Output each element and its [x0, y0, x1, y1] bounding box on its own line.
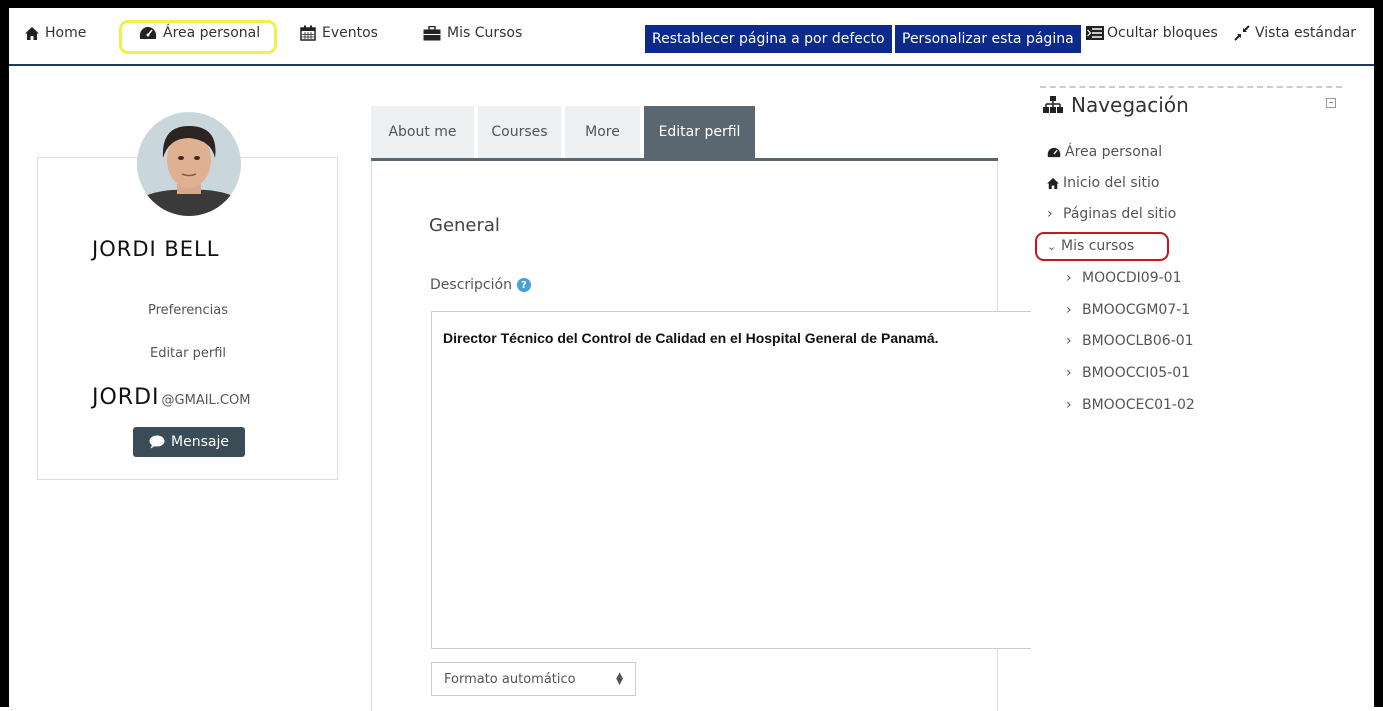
collapse-block-icon[interactable] [1326, 98, 1336, 108]
profile-email-domain: @GMAIL.COM [161, 393, 251, 408]
tab-editar-perfil[interactable]: Editar perfil [644, 106, 755, 158]
navblock-area-personal[interactable]: Área personal [1047, 144, 1162, 160]
chevron-right-icon: › [1066, 365, 1072, 381]
chevron-right-icon: › [1066, 302, 1072, 318]
nav-home[interactable]: Home [25, 25, 86, 41]
nav-area-personal[interactable]: Área personal [139, 25, 260, 41]
course-link[interactable]: › BMOOCCI05-01 [1066, 365, 1190, 381]
customize-page-button[interactable]: Personalizar esta página [895, 25, 1081, 53]
message-button[interactable]: Mensaje [133, 427, 245, 457]
description-label: Descripción ? [430, 277, 531, 293]
sitemap-icon [1043, 96, 1063, 113]
course-link-label: BMOOCCI05-01 [1082, 365, 1191, 381]
home-icon [25, 26, 39, 40]
format-select-value: Formato automático [444, 671, 576, 687]
edit-profile-link[interactable]: Editar perfil [108, 346, 268, 361]
navigation-title-text: Navegación [1071, 93, 1189, 117]
profile-email: JORDI @GMAIL.COM [92, 385, 250, 410]
profile-tabs: About me Courses More Editar perfil [371, 106, 998, 161]
profile-email-user: JORDI [92, 385, 160, 410]
hide-blocks-button[interactable]: Ocultar bloques [1086, 25, 1218, 41]
tab-courses[interactable]: Courses [478, 106, 561, 158]
chevron-down-icon: ⌄ [1047, 239, 1057, 253]
course-link-label: BMOOCGM07-1 [1082, 302, 1191, 318]
course-link-label: MOOCDI09-01 [1082, 270, 1182, 286]
compress-arrows-icon [1234, 25, 1250, 41]
course-link-label: BMOOCLB06-01 [1082, 333, 1194, 349]
chevron-right-icon: › [1066, 397, 1072, 413]
navblock-inicio-sitio[interactable]: Inicio del sitio [1047, 175, 1159, 191]
standard-view-label: Vista estándar [1255, 25, 1357, 41]
home-icon [1047, 177, 1059, 189]
screen-frame-top [0, 0, 1383, 8]
description-editor[interactable] [431, 311, 1031, 649]
description-text[interactable]: Director Técnico del Control de Calidad … [443, 330, 983, 347]
message-button-label: Mensaje [171, 434, 229, 450]
nav-home-label: Home [45, 25, 87, 41]
description-label-text: Descripción [430, 277, 512, 293]
standard-view-button[interactable]: Vista estándar [1234, 25, 1356, 41]
navblock-mis-cursos-label: Mis cursos [1061, 238, 1135, 254]
top-navbar: Home Área personal Eventos Mis Cursos Re… [9, 8, 1374, 66]
chevron-right-icon: › [1066, 270, 1072, 286]
navigation-block-border [1040, 86, 1342, 88]
help-icon[interactable]: ? [516, 278, 531, 292]
speech-bubble-icon [149, 435, 165, 449]
screen-frame-left [0, 0, 9, 707]
profile-avatar[interactable] [137, 112, 241, 216]
nav-eventos[interactable]: Eventos [300, 25, 378, 41]
chevron-right-icon: › [1066, 333, 1072, 349]
dashboard-icon [140, 27, 156, 39]
course-link[interactable]: › BMOOCEC01-02 [1066, 397, 1195, 413]
course-link[interactable]: › BMOOCLB06-01 [1066, 333, 1194, 349]
format-select[interactable]: Formato automático ▲ ▼ [431, 662, 636, 696]
tab-more[interactable]: More [565, 106, 640, 158]
preferences-link[interactable]: Preferencias [108, 303, 268, 318]
dashboard-icon [1047, 147, 1061, 157]
hide-blocks-icon [1086, 26, 1104, 40]
screen-frame-right [1374, 0, 1383, 707]
navblock-paginas-label: Páginas del sitio [1063, 206, 1177, 222]
calendar-icon [300, 25, 316, 41]
reset-page-button[interactable]: Restablecer página a por defecto [645, 25, 892, 53]
navblock-paginas-sitio[interactable]: › Páginas del sitio [1047, 206, 1176, 222]
hide-blocks-label: Ocultar bloques [1107, 25, 1218, 41]
nav-mis-cursos[interactable]: Mis Cursos [423, 25, 522, 41]
navblock-mis-cursos[interactable]: ⌄ Mis cursos [1047, 238, 1134, 254]
navigation-block-title: Navegación [1043, 93, 1189, 117]
select-arrows-icon: ▲ ▼ [616, 671, 623, 687]
course-link[interactable]: › BMOOCGM07-1 [1066, 302, 1190, 318]
course-link-label: BMOOCEC01-02 [1082, 397, 1195, 413]
profile-name: JORDI BELL [92, 237, 220, 261]
course-link[interactable]: › MOOCDI09-01 [1066, 270, 1181, 286]
chevron-right-icon: › [1047, 206, 1053, 222]
nav-mis-cursos-label: Mis Cursos [447, 25, 523, 41]
general-section-title[interactable]: General [429, 215, 500, 236]
navblock-area-personal-label: Área personal [1065, 144, 1163, 160]
navblock-inicio-label: Inicio del sitio [1063, 175, 1160, 191]
nav-eventos-label: Eventos [322, 25, 378, 41]
nav-area-personal-label: Área personal [163, 25, 261, 41]
tab-about-me[interactable]: About me [371, 106, 474, 158]
briefcase-icon [423, 25, 441, 40]
